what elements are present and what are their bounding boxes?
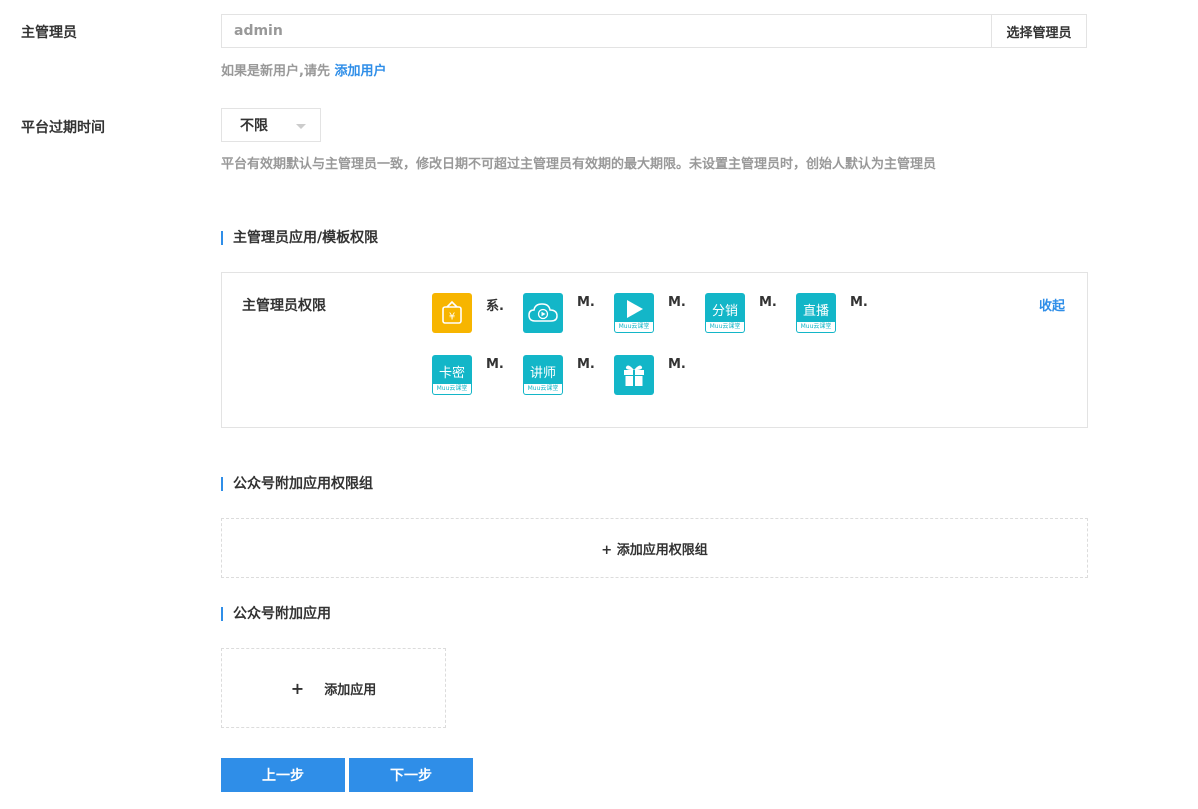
add-user-link[interactable]: 添加用户 <box>334 64 386 79</box>
collapse-link[interactable]: 收起 <box>1039 295 1065 314</box>
expiry-label: 平台过期时间 <box>21 120 105 136</box>
app-icon-text: 分销 <box>711 303 738 319</box>
plus-icon: + <box>290 678 305 698</box>
admin-input[interactable] <box>221 14 991 48</box>
add-permission-group-button[interactable]: + 添加应用权限组 <box>221 518 1088 578</box>
app-icon-text: 卡密 <box>438 365 465 381</box>
app-name: M. <box>850 295 868 310</box>
expiry-selected-value: 不限 <box>240 118 268 134</box>
new-user-hint: 如果是新用户,请先 添加用户 <box>221 60 387 79</box>
chevron-down-icon <box>296 124 306 129</box>
expiry-select[interactable]: 不限 <box>221 108 321 142</box>
app-band-label: Muu云课堂 <box>797 322 835 332</box>
live-icon[interactable]: 直播 Muu云课堂 <box>796 293 836 333</box>
admin-label: 主管理员 <box>21 25 77 41</box>
cloud-play-icon[interactable] <box>523 293 563 333</box>
new-user-hint-text: 如果是新用户,请先 <box>221 64 330 79</box>
app-band-label: Muu云课堂 <box>706 322 744 332</box>
lecturer-icon[interactable]: 讲师 Muu云课堂 <box>523 355 563 395</box>
admin-perms-label: 主管理员权限 <box>242 298 326 314</box>
app-band-label: Muu云课堂 <box>615 322 653 332</box>
svg-text:¥: ¥ <box>449 312 455 323</box>
distribution-icon[interactable]: 分销 Muu云课堂 <box>705 293 745 333</box>
card-code-icon[interactable]: 卡密 Muu云课堂 <box>432 355 472 395</box>
app-name: M. <box>486 357 504 372</box>
app-name: M. <box>668 357 686 372</box>
yuan-bag-icon[interactable]: ¥ <box>432 293 472 333</box>
app-name: M. <box>759 295 777 310</box>
play-icon[interactable]: Muu云课堂 <box>614 293 654 333</box>
extra-group-section-title: 公众号附加应用权限组 <box>221 477 373 491</box>
extra-app-section-title: 公众号附加应用 <box>221 607 331 621</box>
add-app-button[interactable]: + 添加应用 <box>221 648 446 728</box>
app-band-label: Muu云课堂 <box>524 384 562 394</box>
prev-step-button[interactable]: 上一步 <box>221 758 345 792</box>
app-icon-text: 讲师 <box>529 365 556 381</box>
app-name: M. <box>577 295 595 310</box>
app-name: 系. <box>486 299 504 314</box>
app-name: M. <box>577 357 595 372</box>
expiry-hint: 平台有效期默认与主管理员一致，修改日期不可超过主管理员有效期的最大期限。未设置主… <box>221 157 937 172</box>
next-step-button[interactable]: 下一步 <box>349 758 473 792</box>
app-icon-text: 直播 <box>802 303 829 319</box>
app-band-label: Muu云课堂 <box>433 384 471 394</box>
add-app-label: 添加应用 <box>324 682 377 698</box>
app-name: M. <box>668 295 686 310</box>
admin-perms-section-title: 主管理员应用/模板权限 <box>221 231 378 245</box>
admin-perms-box: 主管理员权限 收起 ¥ 系. M. Muu云课堂 M. 分销 Muu云课堂 M.… <box>221 272 1088 428</box>
gift-icon[interactable] <box>614 355 654 395</box>
select-admin-button[interactable]: 选择管理员 <box>991 14 1087 48</box>
